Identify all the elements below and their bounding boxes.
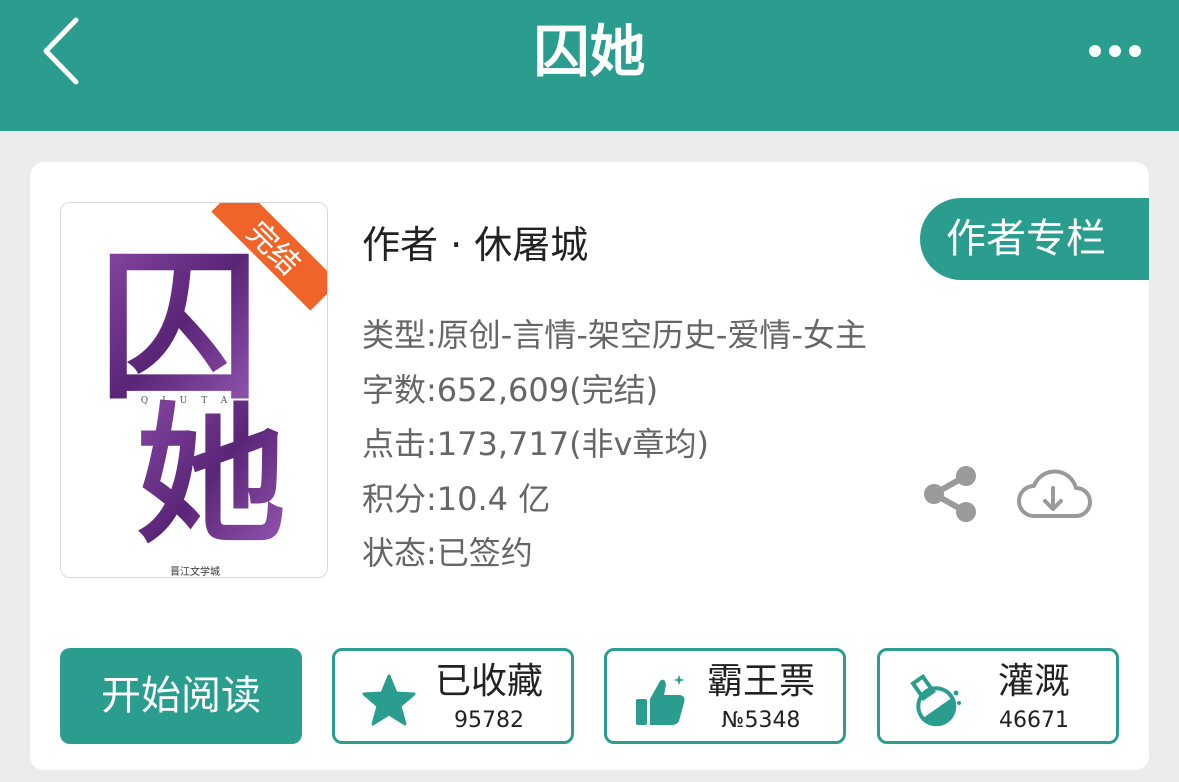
- flask-icon: [910, 673, 961, 727]
- irrigate-count: 46671: [999, 708, 1069, 733]
- meta-clicks: 点击:173,717(非v章均): [362, 425, 710, 463]
- top-nav-bar: 囚她: [0, 0, 1179, 131]
- collect-count: 95782: [454, 708, 524, 733]
- cloud-download-icon[interactable]: [1014, 466, 1092, 526]
- more-dots-icon[interactable]: [1087, 38, 1143, 64]
- meta-score: 积分:10.4 亿: [362, 479, 551, 518]
- cover-publisher: 晋江文学城: [170, 565, 220, 578]
- start-reading-button[interactable]: 开始阅读: [60, 648, 302, 744]
- page-title: 囚她: [533, 20, 646, 85]
- book-info-card: 囚 她 QIUTA 晋江文学城 完结 作者 · 休屠城 作者专栏 类型:原创-言…: [30, 162, 1149, 770]
- author-column-button[interactable]: 作者专栏: [920, 198, 1149, 280]
- meta-status: 状态:已签约: [362, 534, 533, 572]
- share-icon[interactable]: [920, 464, 980, 524]
- collect-label: 已收藏: [434, 661, 543, 702]
- irrigate-label: 灌溉: [997, 661, 1070, 702]
- star-icon: [362, 674, 416, 726]
- book-meta: 类型:原创-言情-架空历史-爱情-女主 字数:652,609(完结) 点击:17…: [362, 308, 867, 581]
- meta-type: 类型:原创-言情-架空历史-爱情-女主: [362, 316, 867, 354]
- thumbs-up-icon: [636, 675, 685, 725]
- meta-word-count: 字数:652,609(完结): [362, 370, 659, 409]
- author-name[interactable]: 作者 · 休屠城: [362, 214, 588, 269]
- irrigate-button[interactable]: 灌溉 46671: [877, 648, 1119, 744]
- book-cover[interactable]: 囚 她 QIUTA 晋江文学城 完结: [60, 202, 328, 578]
- collect-button[interactable]: 已收藏 95782: [332, 648, 574, 744]
- cover-subtitle: QIUTA: [141, 396, 242, 406]
- ticket-count: №5348: [721, 708, 801, 733]
- ticket-label: 霸王票: [706, 661, 815, 702]
- overlord-ticket-button[interactable]: 霸王票 №5348: [604, 648, 846, 744]
- cover-title-char-2: 她: [136, 388, 286, 564]
